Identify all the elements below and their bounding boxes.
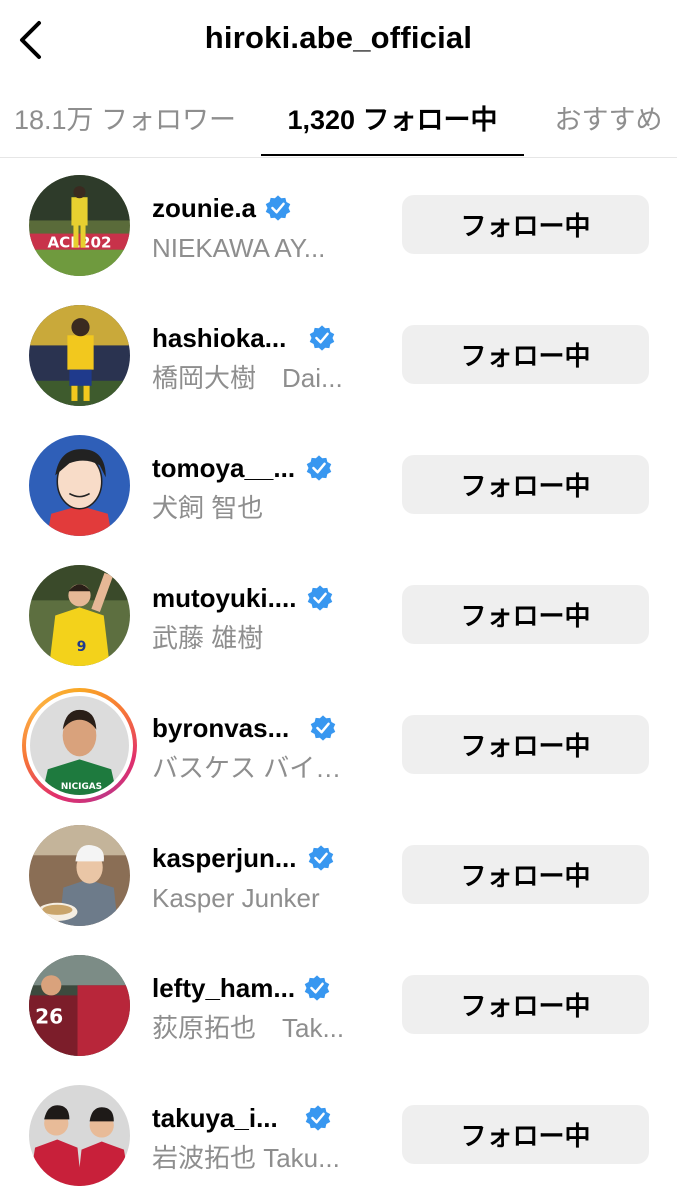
full-name: NIEKAWA AY... <box>152 233 326 263</box>
following-button[interactable]: フォロー中 <box>402 455 649 514</box>
verified-badge-icon <box>308 845 333 871</box>
list-item[interactable]: NICIGAS byronvas... バスケス バイ… フォロー中 <box>0 680 677 810</box>
verified-badge-icon <box>265 195 291 221</box>
user-names: hashioka... 橋岡大樹 Dai... <box>152 320 382 396</box>
avatar[interactable] <box>29 1085 130 1186</box>
page-title: hiroki.abe_official <box>204 20 473 55</box>
user-names: zounie.a NIEKAWA AY... <box>152 190 382 266</box>
list-item[interactable]: kasperjun... Kasper Junker フォロー中 <box>0 810 677 940</box>
list-item[interactable]: tomoya__... 犬飼 智也 フォロー中 <box>0 420 677 550</box>
user-names: kasperjun... Kasper Junker <box>152 840 382 916</box>
verified-badge-icon <box>308 585 333 611</box>
full-name: 岩波拓也 Taku... <box>152 1143 340 1173</box>
following-button[interactable]: フォロー中 <box>402 715 649 774</box>
username[interactable]: zounie.a <box>152 193 256 224</box>
svg-text:26: 26 <box>35 1005 63 1029</box>
verified-badge-icon <box>310 325 335 351</box>
verified-badge-icon <box>306 455 332 481</box>
top-bar: hiroki.abe_official <box>0 0 677 80</box>
following-button[interactable]: フォロー中 <box>402 195 649 254</box>
username[interactable]: takuya_i... <box>152 1103 278 1134</box>
svg-text:9: 9 <box>77 639 87 655</box>
svg-text:ACL202: ACL202 <box>47 234 111 252</box>
username[interactable]: lefty_ham... <box>152 973 295 1004</box>
username[interactable]: kasperjun... <box>152 843 297 874</box>
username[interactable]: tomoya__... <box>152 453 295 484</box>
user-names: byronvas... バスケス バイ… <box>152 710 382 786</box>
user-names: mutoyuki.... 武藤 雄樹 <box>152 580 382 656</box>
avatar[interactable] <box>29 435 130 536</box>
tab-followers[interactable]: 18.1万 フォロワー <box>0 98 250 156</box>
full-name: 荻原拓也 Tak... <box>152 1013 345 1043</box>
following-button[interactable]: フォロー中 <box>402 975 649 1034</box>
full-name: バスケス バイ… <box>152 753 342 783</box>
following-button[interactable]: フォロー中 <box>402 1105 649 1164</box>
following-button[interactable]: フォロー中 <box>402 325 649 384</box>
following-button[interactable]: フォロー中 <box>402 845 649 904</box>
list-item[interactable]: takuya_i... 岩波拓也 Taku... フォロー中 <box>0 1070 677 1200</box>
avatar[interactable]: NICIGAS <box>30 696 129 795</box>
verified-badge-icon <box>304 975 330 1001</box>
full-name: Kasper Junker <box>152 883 320 913</box>
tab-suggested[interactable]: おすすめ <box>540 98 677 156</box>
full-name: 武藤 雄樹 <box>152 623 264 653</box>
username[interactable]: hashioka... <box>152 323 286 354</box>
svg-text:NICIGAS: NICIGAS <box>61 782 102 792</box>
user-names: tomoya__... 犬飼 智也 <box>152 450 382 526</box>
verified-badge-icon <box>311 715 336 741</box>
username[interactable]: mutoyuki.... <box>152 583 296 614</box>
avatar[interactable] <box>29 305 130 406</box>
following-button[interactable]: フォロー中 <box>402 585 649 644</box>
verified-badge-icon <box>305 1105 330 1131</box>
avatar[interactable]: 9 <box>29 565 130 666</box>
full-name: 橋岡大樹 Dai... <box>152 363 343 393</box>
list-item[interactable]: 26 lefty_ham... 荻原拓也 Tak... フォロー中 <box>0 940 677 1070</box>
avatar[interactable]: 26 <box>29 955 130 1056</box>
full-name: 犬飼 智也 <box>152 493 264 523</box>
avatar[interactable] <box>29 825 130 926</box>
user-names: takuya_i... 岩波拓也 Taku... <box>152 1100 382 1176</box>
avatar[interactable]: ACL202 <box>29 175 130 276</box>
tab-following[interactable]: 1,320 フォロー中 <box>261 98 524 156</box>
list-item[interactable]: ACL202 zounie.a NIEKAWA AY... フォロー中 <box>0 160 677 290</box>
username[interactable]: byronvas... <box>152 713 289 744</box>
tab-bar: 18.1万 フォロワー 1,320 フォロー中 おすすめ <box>0 90 677 158</box>
list-item[interactable]: hashioka... 橋岡大樹 Dai... フォロー中 <box>0 290 677 420</box>
user-names: lefty_ham... 荻原拓也 Tak... <box>152 970 382 1046</box>
list-item[interactable]: 9 mutoyuki.... 武藤 雄樹 フォロー中 <box>0 550 677 680</box>
